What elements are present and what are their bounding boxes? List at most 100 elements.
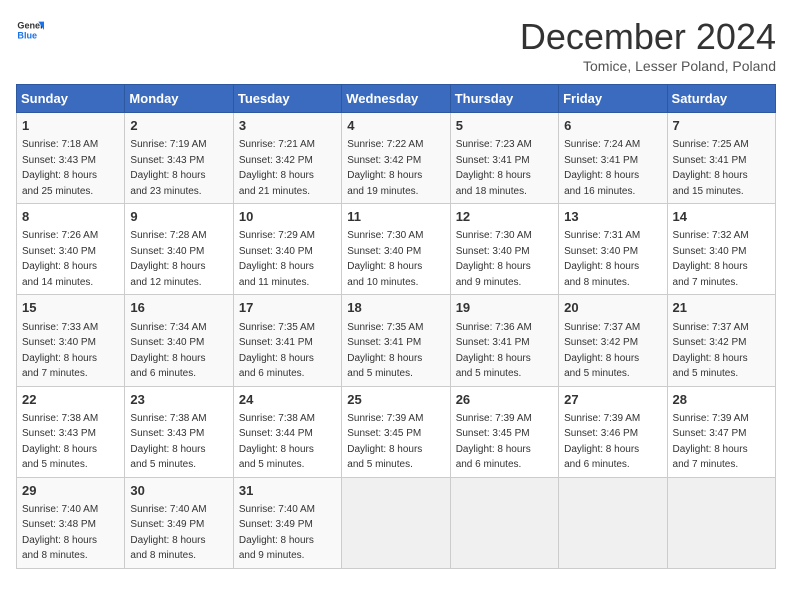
day-number: 17	[239, 299, 336, 317]
day-info: Sunrise: 7:19 AM Sunset: 3:43 PM Dayligh…	[130, 139, 206, 197]
calendar-cell: 25 Sunrise: 7:39 AM Sunset: 3:45 PM Dayli…	[342, 386, 450, 477]
weekday-header-sunday: Sunday	[17, 85, 125, 113]
calendar-cell: 21 Sunrise: 7:37 AM Sunset: 3:42 PM Dayli…	[667, 295, 775, 386]
day-number: 28	[673, 391, 770, 409]
day-number: 13	[564, 208, 661, 226]
day-number: 3	[239, 117, 336, 135]
day-info: Sunrise: 7:21 AM Sunset: 3:42 PM Dayligh…	[239, 139, 315, 197]
calendar-cell: 10 Sunrise: 7:29 AM Sunset: 3:40 PM Dayli…	[233, 204, 341, 295]
title-area: December 2024 Tomice, Lesser Poland, Pol…	[520, 16, 776, 74]
calendar-cell: 14 Sunrise: 7:32 AM Sunset: 3:40 PM Dayli…	[667, 204, 775, 295]
calendar-cell: 24 Sunrise: 7:38 AM Sunset: 3:44 PM Dayli…	[233, 386, 341, 477]
page-subtitle: Tomice, Lesser Poland, Poland	[520, 58, 776, 74]
day-number: 16	[130, 299, 227, 317]
calendar-table: SundayMondayTuesdayWednesdayThursdayFrid…	[16, 84, 776, 569]
day-number: 9	[130, 208, 227, 226]
calendar-cell: 20Sunrise: 7:37 AM Sunset: 3:42 PM Dayli…	[559, 295, 667, 386]
calendar-cell: 4Sunrise: 7:22 AM Sunset: 3:42 PM Daylig…	[342, 113, 450, 204]
day-info: Sunrise: 7:39 AM Sunset: 3:45 PM Dayligh…	[456, 413, 532, 471]
calendar-week-row: 22 Sunrise: 7:38 AM Sunset: 3:43 PM Dayli…	[17, 386, 776, 477]
logo: General Blue	[16, 16, 44, 44]
day-number: 20	[564, 299, 661, 317]
calendar-cell: 3 Sunrise: 7:21 AM Sunset: 3:42 PM Daylig…	[233, 113, 341, 204]
day-info: Sunrise: 7:26 AM Sunset: 3:40 PM Dayligh…	[22, 230, 98, 288]
day-info: Sunrise: 7:40 AM Sunset: 3:49 PM Dayligh…	[130, 504, 206, 562]
calendar-cell: 15 Sunrise: 7:33 AM Sunset: 3:40 PM Dayli…	[17, 295, 125, 386]
day-number: 27	[564, 391, 661, 409]
day-info: Sunrise: 7:32 AM Sunset: 3:40 PM Dayligh…	[673, 230, 749, 288]
day-info: Sunrise: 7:40 AM Sunset: 3:49 PM Dayligh…	[239, 504, 315, 562]
day-number: 22	[22, 391, 119, 409]
day-info: Sunrise: 7:40 AM Sunset: 3:48 PM Dayligh…	[22, 504, 98, 562]
day-info: Sunrise: 7:24 AM Sunset: 3:41 PM Dayligh…	[564, 139, 640, 197]
day-number: 15	[22, 299, 119, 317]
day-number: 24	[239, 391, 336, 409]
day-info: Sunrise: 7:22 AM Sunset: 3:42 PM Dayligh…	[347, 139, 423, 197]
calendar-cell	[559, 477, 667, 568]
calendar-cell	[342, 477, 450, 568]
day-info: Sunrise: 7:34 AM Sunset: 3:40 PM Dayligh…	[130, 322, 206, 380]
day-info: Sunrise: 7:38 AM Sunset: 3:43 PM Dayligh…	[22, 413, 98, 471]
day-number: 12	[456, 208, 553, 226]
calendar-cell: 22 Sunrise: 7:38 AM Sunset: 3:43 PM Dayli…	[17, 386, 125, 477]
header: General Blue December 2024 Tomice, Lesse…	[16, 16, 776, 74]
calendar-cell	[450, 477, 558, 568]
day-info: Sunrise: 7:29 AM Sunset: 3:40 PM Dayligh…	[239, 230, 315, 288]
day-number: 26	[456, 391, 553, 409]
day-number: 8	[22, 208, 119, 226]
day-info: Sunrise: 7:28 AM Sunset: 3:40 PM Dayligh…	[130, 230, 206, 288]
calendar-cell: 16 Sunrise: 7:34 AM Sunset: 3:40 PM Dayli…	[125, 295, 233, 386]
calendar-week-row: 8 Sunrise: 7:26 AM Sunset: 3:40 PM Daylig…	[17, 204, 776, 295]
weekday-header-tuesday: Tuesday	[233, 85, 341, 113]
day-number: 2	[130, 117, 227, 135]
day-info: Sunrise: 7:38 AM Sunset: 3:44 PM Dayligh…	[239, 413, 315, 471]
day-number: 21	[673, 299, 770, 317]
weekday-header-saturday: Saturday	[667, 85, 775, 113]
weekday-header-thursday: Thursday	[450, 85, 558, 113]
day-number: 25	[347, 391, 444, 409]
calendar-cell: 19Sunrise: 7:36 AM Sunset: 3:41 PM Dayli…	[450, 295, 558, 386]
day-info: Sunrise: 7:25 AM Sunset: 3:41 PM Dayligh…	[673, 139, 749, 197]
weekday-header-monday: Monday	[125, 85, 233, 113]
calendar-cell: 30Sunrise: 7:40 AM Sunset: 3:49 PM Dayli…	[125, 477, 233, 568]
calendar-week-row: 1 Sunrise: 7:18 AM Sunset: 3:43 PM Daylig…	[17, 113, 776, 204]
calendar-cell: 12 Sunrise: 7:30 AM Sunset: 3:40 PM Dayli…	[450, 204, 558, 295]
day-number: 19	[456, 299, 553, 317]
day-number: 5	[456, 117, 553, 135]
calendar-cell	[667, 477, 775, 568]
calendar-cell: 8 Sunrise: 7:26 AM Sunset: 3:40 PM Daylig…	[17, 204, 125, 295]
day-info: Sunrise: 7:37 AM Sunset: 3:42 PM Dayligh…	[673, 322, 749, 380]
calendar-cell: 2 Sunrise: 7:19 AM Sunset: 3:43 PM Daylig…	[125, 113, 233, 204]
page-title: December 2024	[520, 16, 776, 58]
calendar-cell: 28Sunrise: 7:39 AM Sunset: 3:47 PM Dayli…	[667, 386, 775, 477]
svg-text:Blue: Blue	[17, 30, 37, 40]
calendar-week-row: 15 Sunrise: 7:33 AM Sunset: 3:40 PM Dayli…	[17, 295, 776, 386]
day-info: Sunrise: 7:23 AM Sunset: 3:41 PM Dayligh…	[456, 139, 532, 197]
calendar-cell: 18Sunrise: 7:35 AM Sunset: 3:41 PM Dayli…	[342, 295, 450, 386]
day-number: 1	[22, 117, 119, 135]
day-number: 18	[347, 299, 444, 317]
day-info: Sunrise: 7:33 AM Sunset: 3:40 PM Dayligh…	[22, 322, 98, 380]
calendar-cell: 27 Sunrise: 7:39 AM Sunset: 3:46 PM Dayli…	[559, 386, 667, 477]
calendar-cell: 29Sunrise: 7:40 AM Sunset: 3:48 PM Dayli…	[17, 477, 125, 568]
weekday-header-friday: Friday	[559, 85, 667, 113]
day-info: Sunrise: 7:38 AM Sunset: 3:43 PM Dayligh…	[130, 413, 206, 471]
calendar-cell: 6Sunrise: 7:24 AM Sunset: 3:41 PM Daylig…	[559, 113, 667, 204]
day-number: 31	[239, 482, 336, 500]
day-info: Sunrise: 7:30 AM Sunset: 3:40 PM Dayligh…	[456, 230, 532, 288]
day-info: Sunrise: 7:30 AM Sunset: 3:40 PM Dayligh…	[347, 230, 423, 288]
calendar-cell: 31 Sunrise: 7:40 AM Sunset: 3:49 PM Dayli…	[233, 477, 341, 568]
calendar-cell: 13Sunrise: 7:31 AM Sunset: 3:40 PM Dayli…	[559, 204, 667, 295]
day-info: Sunrise: 7:39 AM Sunset: 3:46 PM Dayligh…	[564, 413, 640, 471]
day-number: 23	[130, 391, 227, 409]
day-info: Sunrise: 7:35 AM Sunset: 3:41 PM Dayligh…	[239, 322, 315, 380]
day-info: Sunrise: 7:18 AM Sunset: 3:43 PM Dayligh…	[22, 139, 98, 197]
weekday-header-row: SundayMondayTuesdayWednesdayThursdayFrid…	[17, 85, 776, 113]
day-number: 14	[673, 208, 770, 226]
day-info: Sunrise: 7:39 AM Sunset: 3:45 PM Dayligh…	[347, 413, 423, 471]
calendar-cell: 9 Sunrise: 7:28 AM Sunset: 3:40 PM Daylig…	[125, 204, 233, 295]
day-number: 10	[239, 208, 336, 226]
calendar-cell: 17 Sunrise: 7:35 AM Sunset: 3:41 PM Dayli…	[233, 295, 341, 386]
calendar-week-row: 29Sunrise: 7:40 AM Sunset: 3:48 PM Dayli…	[17, 477, 776, 568]
calendar-cell: 23 Sunrise: 7:38 AM Sunset: 3:43 PM Dayli…	[125, 386, 233, 477]
